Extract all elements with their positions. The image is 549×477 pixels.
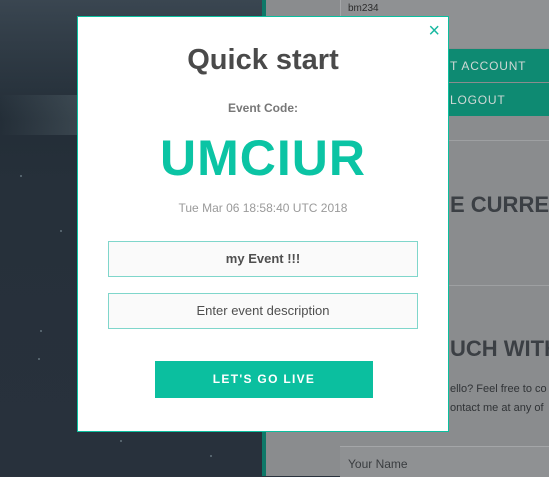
close-icon[interactable]: × bbox=[428, 21, 440, 41]
star-dot bbox=[40, 330, 42, 332]
your-name-placeholder: Your Name bbox=[348, 457, 408, 471]
username-label: bm234 bbox=[348, 3, 379, 14]
contact-paragraph-line1: ello? Feel free to co bbox=[450, 383, 547, 395]
star-dot bbox=[20, 175, 22, 177]
contact-paragraph-line2: ontact me at any of bbox=[450, 402, 544, 414]
go-live-button[interactable]: LET'S GO LIVE bbox=[155, 361, 373, 398]
event-description-input[interactable]: Enter event description bbox=[108, 293, 418, 329]
modal-title: Quick start bbox=[187, 44, 339, 76]
logout-button-label: LOGOUT bbox=[450, 93, 506, 107]
star-dot bbox=[210, 455, 212, 457]
account-button-label: T ACCOUNT bbox=[450, 59, 527, 73]
star-dot bbox=[120, 440, 122, 442]
section-heading-touch: UCH WITH bbox=[450, 336, 549, 361]
section-heading-current: E CURRE bbox=[450, 192, 549, 217]
event-code-label: Event Code: bbox=[227, 101, 298, 115]
your-name-input[interactable]: Your Name bbox=[340, 446, 549, 477]
event-name-input[interactable]: my Event !!! bbox=[108, 241, 418, 277]
event-code: UMCIUR bbox=[160, 130, 366, 186]
quick-start-modal: × Quick start Event Code: UMCIUR Tue Mar… bbox=[77, 16, 449, 432]
event-timestamp: Tue Mar 06 18:58:40 UTC 2018 bbox=[178, 201, 348, 215]
star-dot bbox=[38, 358, 40, 360]
star-dot bbox=[60, 230, 62, 232]
